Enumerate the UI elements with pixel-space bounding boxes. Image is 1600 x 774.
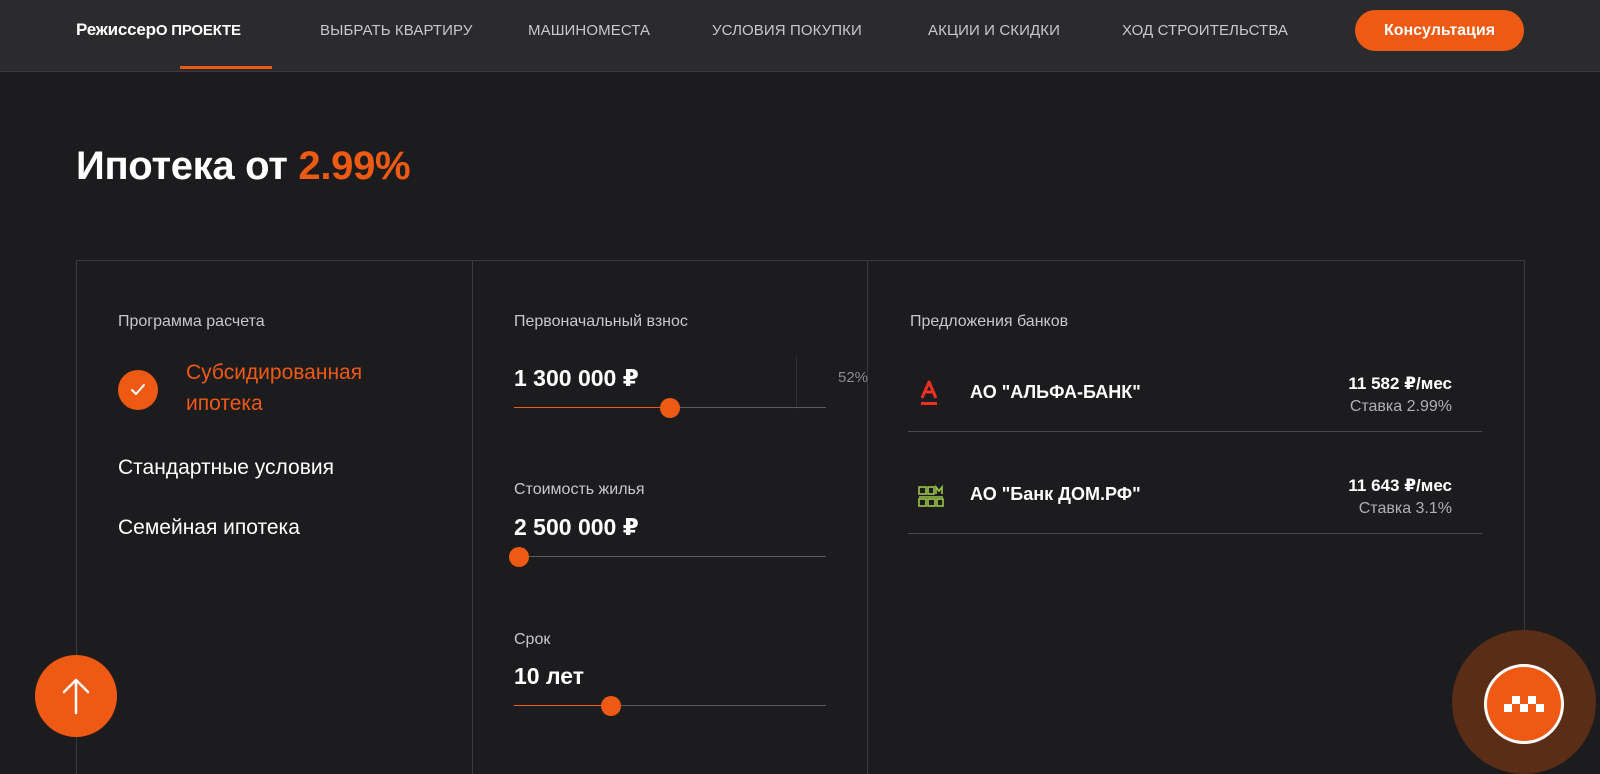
price-value[interactable]: 2 500 000 ₽ (514, 514, 639, 541)
nav-active-indicator (180, 66, 272, 69)
bank-name: АО "Банк ДОМ.РФ" (970, 484, 1141, 504)
logo[interactable]: РежиссерО ПРОЕКТЕ (76, 20, 241, 42)
check-icon (131, 384, 145, 395)
down-payment-slider-thumb[interactable] (660, 398, 680, 418)
term-value[interactable]: 10 лет (514, 663, 584, 690)
program-standard[interactable]: Стандартные условия (118, 456, 334, 480)
term-fill (514, 705, 611, 706)
alfa-bank-logo (920, 380, 938, 405)
down-payment-value[interactable]: 1 300 000 ₽ (514, 365, 639, 392)
bank-rate: Ставка 3.1% (1358, 500, 1452, 517)
consultation-button[interactable]: Консультация (1355, 10, 1524, 51)
nav-purchase-terms[interactable]: УСЛОВИЯ ПОКУПКИ (712, 22, 862, 39)
domrf-logo (918, 484, 944, 507)
page-title: Ипотека от 2.99% (76, 144, 411, 189)
divider-tick (796, 355, 797, 409)
chat-dots-icon (1504, 696, 1544, 712)
arrow-up-icon (62, 678, 90, 715)
column-divider (472, 260, 473, 774)
nav-promotions[interactable]: АКЦИИ И СКИДКИ (928, 22, 1060, 39)
price-track[interactable] (514, 556, 826, 557)
page-title-rate: 2.99% (298, 144, 411, 188)
down-payment-fill (514, 407, 670, 408)
price-slider-thumb[interactable] (509, 547, 529, 567)
bank-monthly-payment: 11 582 ₽/мес (1348, 374, 1452, 393)
bank-offer-row[interactable]: АО "Банк ДОМ.РФ" 11 643 ₽/мес Ставка 3.1… (908, 464, 1482, 534)
nav-about-project[interactable]: О ПРОЕКТЕ (156, 22, 241, 39)
logo-text: Режиссер (76, 20, 156, 39)
term-slider-thumb[interactable] (601, 696, 621, 716)
nav-choose-apartment[interactable]: ВЫБРАТЬ КВАРТИРУ (320, 22, 472, 39)
price-label: Стоимость жилья (514, 481, 645, 498)
down-payment-percent: 52% (838, 369, 869, 386)
column-divider (867, 260, 868, 774)
bank-rate: Ставка 2.99% (1349, 398, 1452, 415)
site-header: РежиссерО ПРОЕКТЕ ВЫБРАТЬ КВАРТИРУ МАШИН… (0, 0, 1600, 72)
program-subsidized[interactable]: Субсидированная ипотека (186, 357, 436, 419)
program-label: Программа расчета (118, 313, 265, 330)
program-selected-radio[interactable] (118, 370, 158, 410)
page-title-text: Ипотека от (76, 144, 299, 188)
chat-button[interactable] (1484, 664, 1564, 744)
term-label: Срок (514, 631, 551, 648)
banks-label: Предложения банков (910, 313, 1069, 330)
down-payment-label: Первоначальный взнос (514, 313, 688, 330)
program-family[interactable]: Семейная ипотека (118, 516, 300, 540)
scroll-to-top-button[interactable] (35, 655, 117, 737)
nav-construction-progress[interactable]: ХОД СТРОИТЕЛЬСТВА (1122, 22, 1288, 39)
bank-name: АО "АЛЬФА-БАНК" (970, 382, 1141, 402)
bank-offer-row[interactable]: АО "АЛЬФА-БАНК" 11 582 ₽/мес Ставка 2.99… (908, 362, 1482, 432)
bank-monthly-payment: 11 643 ₽/мес (1348, 476, 1452, 495)
nav-parking[interactable]: МАШИНОМЕСТА (528, 22, 650, 39)
